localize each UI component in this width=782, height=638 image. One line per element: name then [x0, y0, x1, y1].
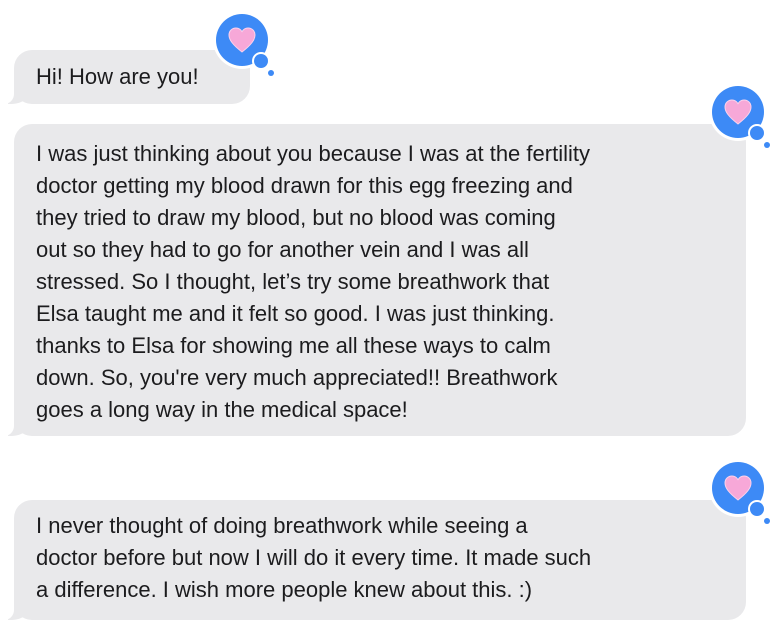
message-thread: Hi! How are you! I was just thinking abo…: [0, 0, 782, 638]
heart-icon: [724, 475, 752, 501]
heart-icon: [724, 99, 752, 125]
reaction-tail: [764, 142, 770, 148]
heart-reaction-badge[interactable]: [216, 14, 276, 76]
message-bubble[interactable]: Hi! How are you!: [4, 50, 250, 104]
reaction-tail: [764, 518, 770, 524]
reaction-tail: [268, 70, 274, 76]
reaction-tail: [750, 126, 764, 140]
message-bubble[interactable]: I was just thinking about you because I …: [4, 124, 746, 436]
heart-reaction-badge[interactable]: [712, 462, 772, 524]
heart-icon: [228, 27, 256, 53]
message-bubble[interactable]: I never thought of doing breathwork whil…: [4, 500, 746, 620]
reaction-tail: [254, 54, 268, 68]
heart-reaction-badge[interactable]: [712, 86, 772, 148]
reaction-tail: [750, 502, 764, 516]
